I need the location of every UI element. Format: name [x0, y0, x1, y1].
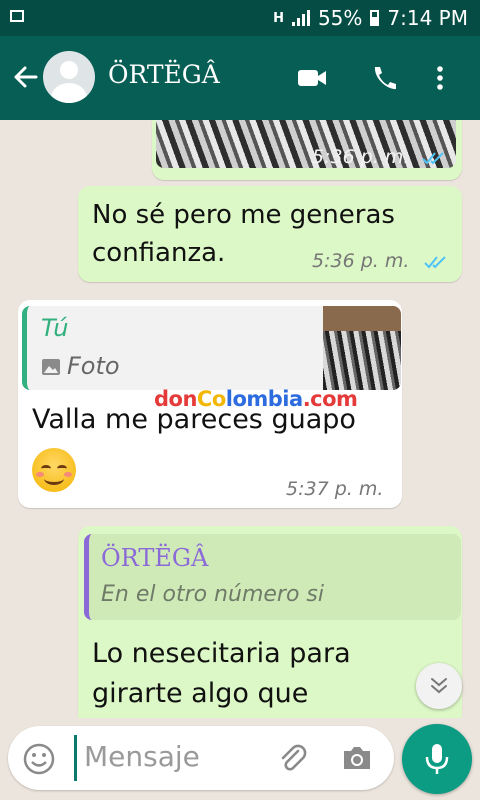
avatar[interactable]: [43, 51, 95, 103]
voice-message-button[interactable]: [402, 724, 472, 794]
video-call-icon[interactable]: [296, 63, 328, 93]
quote-author: Tú: [41, 314, 69, 342]
battery-icon: [370, 10, 380, 26]
phone-icon[interactable]: [368, 63, 400, 93]
clock: 7:14 PM: [387, 6, 468, 30]
status-bar: H 55% 7:14 PM: [0, 0, 480, 36]
text-cursor: [74, 735, 77, 781]
chat-header: ÖRTËGÂ: [0, 36, 480, 120]
chevron-down-icon: [431, 678, 447, 694]
message-time: 5:37 p. m.: [286, 478, 384, 500]
read-ticks-icon: [422, 152, 444, 165]
message-composer: Mensaje: [8, 726, 394, 790]
quoted-photo-thumbnail: [323, 306, 401, 390]
network-type: H: [273, 10, 284, 26]
more-vert-icon[interactable]: [432, 63, 448, 93]
attach-icon[interactable]: [276, 742, 310, 776]
quote-text: Foto: [67, 352, 120, 380]
emoji-icon[interactable]: [22, 742, 56, 776]
quoted-message[interactable]: ÖRTËGÂ En el otro número si: [84, 534, 461, 620]
message-time: 5:36 p. m.: [312, 250, 410, 272]
mic-icon: [425, 744, 449, 774]
gallery-notification-icon: [10, 10, 24, 22]
signal-icon: [291, 10, 310, 26]
camera-icon[interactable]: [340, 742, 374, 774]
message-bubble[interactable]: ÖRTËGÂ En el otro número si Lo nesecitar…: [78, 526, 462, 718]
message-list[interactable]: 5:36 p. m. No sé pero me generas confian…: [0, 120, 480, 718]
quoted-message[interactable]: Tú Foto: [22, 306, 401, 390]
read-ticks-icon: [424, 256, 446, 269]
photo-message[interactable]: 5:36 p. m.: [152, 120, 462, 180]
image-icon: [42, 359, 60, 375]
smiling-face-emoji: [32, 448, 76, 492]
battery-percent: 55%: [317, 6, 363, 30]
quote-author: ÖRTËGÂ: [101, 544, 209, 572]
photo[interactable]: [156, 120, 456, 168]
contact-name[interactable]: ÖRTËGÂ: [108, 60, 220, 89]
quote-text: En el otro número si: [101, 582, 324, 607]
message-bubble[interactable]: No sé pero me generas confianza. 5:36 p.…: [78, 186, 462, 282]
back-arrow-icon[interactable]: [10, 62, 40, 92]
message-time: 5:36 p. m.: [312, 146, 410, 168]
scroll-to-bottom-button[interactable]: [416, 663, 462, 709]
message-input[interactable]: Mensaje: [84, 740, 200, 773]
message-text-line: girarte algo que: [92, 678, 309, 709]
watermark-text: donColombia.com: [154, 387, 358, 411]
message-text-line: Lo nesecitaria para: [92, 638, 351, 669]
